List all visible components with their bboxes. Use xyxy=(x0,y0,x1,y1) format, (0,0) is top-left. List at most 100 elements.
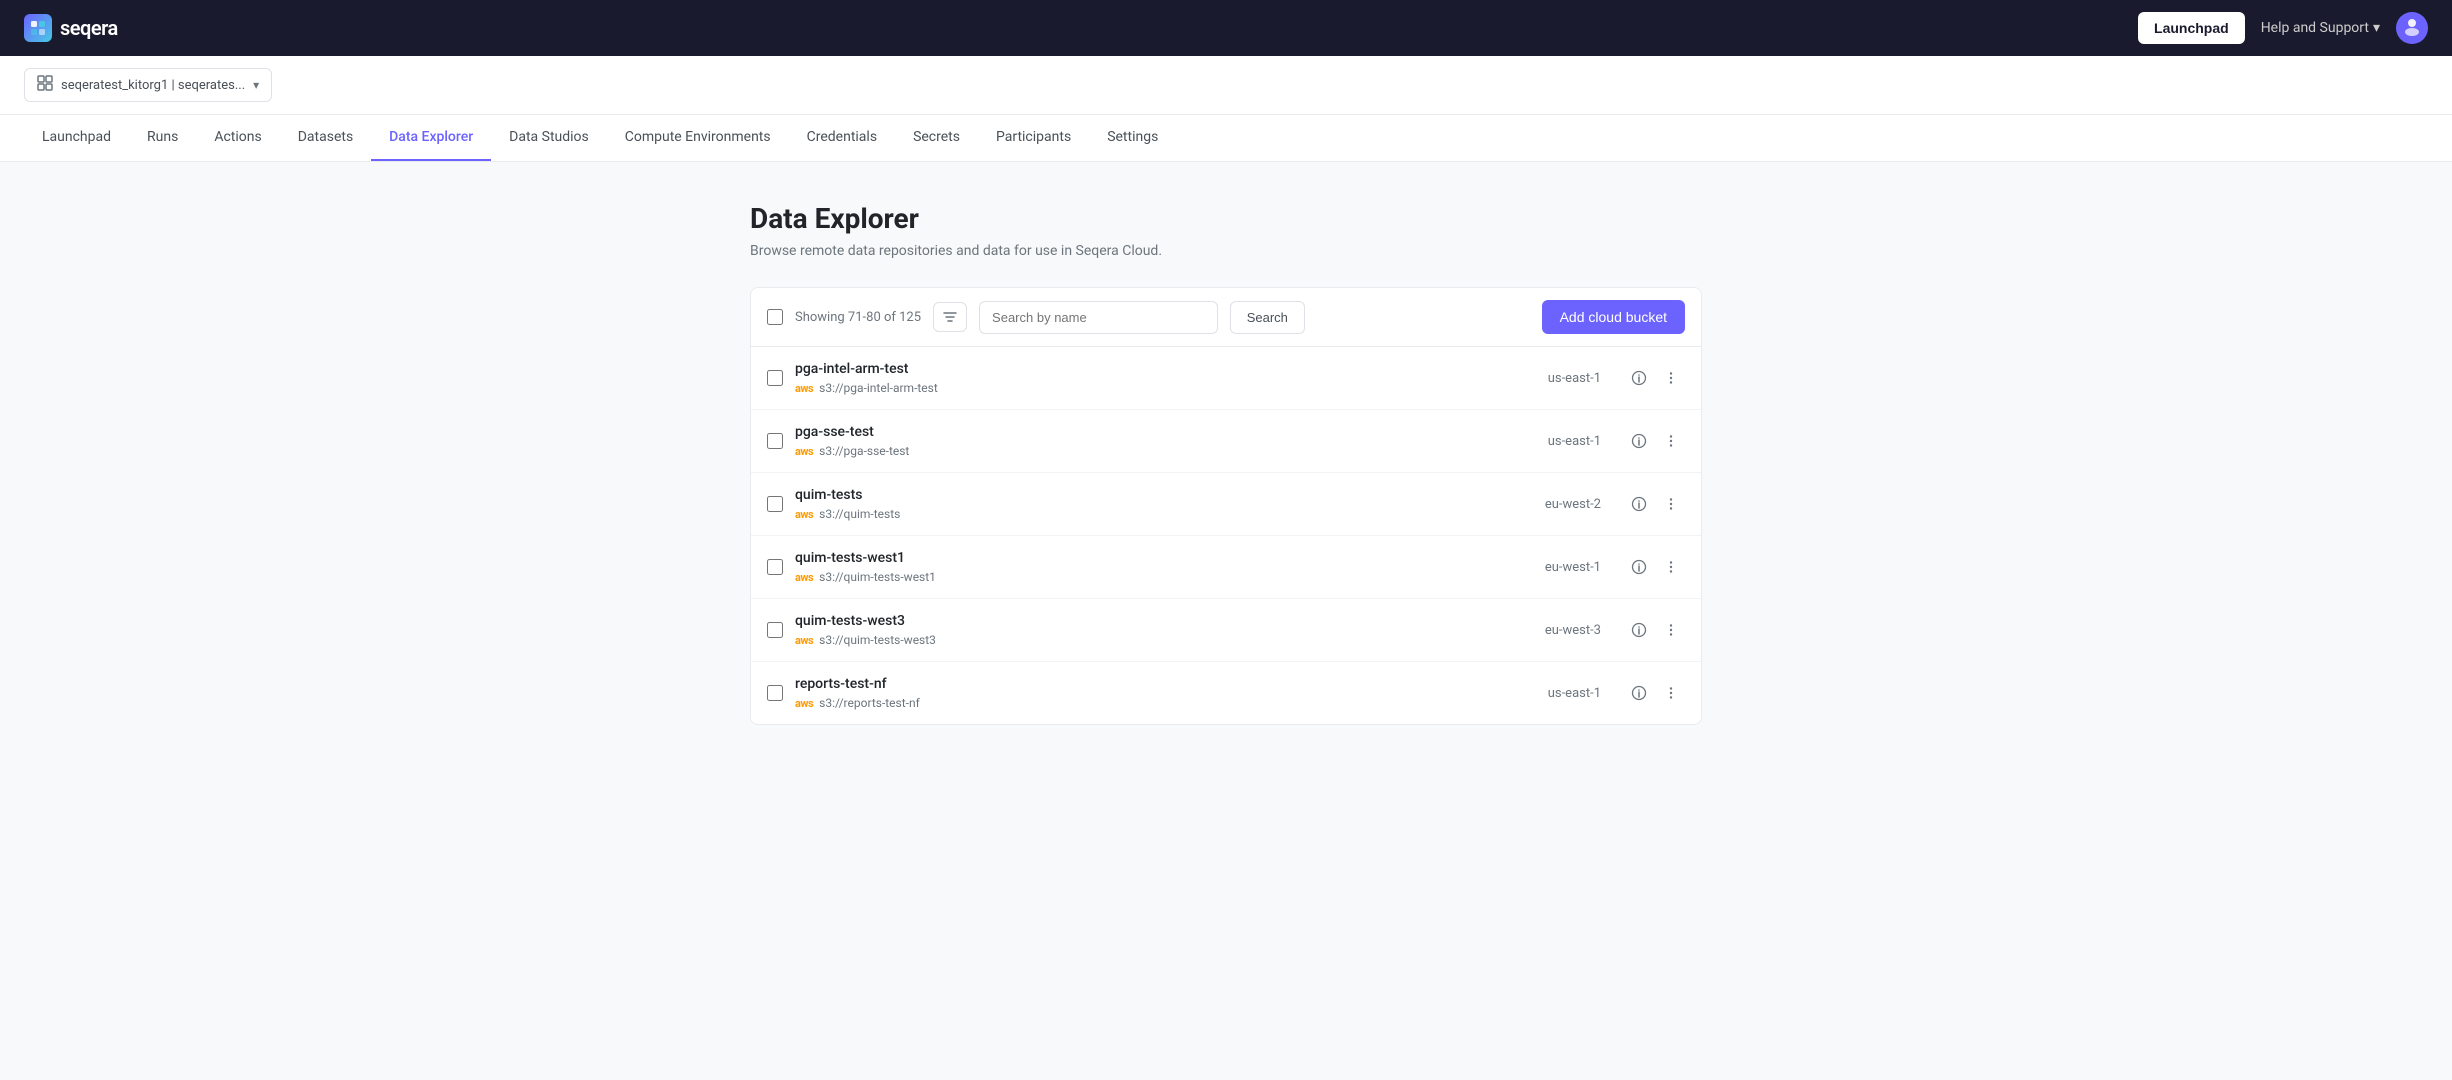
bucket-name: pga-intel-arm-test xyxy=(795,361,1499,377)
chevron-down-icon: ▾ xyxy=(2373,20,2380,36)
bucket-path-row: aws s3://quim-tests-west1 xyxy=(795,570,1499,584)
bucket-info-5: reports-test-nf aws s3://reports-test-nf xyxy=(795,676,1499,710)
data-explorer-card: Showing 71-80 of 125 Search Add cloud bu… xyxy=(750,287,1702,725)
tab-participants[interactable]: Participants xyxy=(978,115,1089,161)
info-icon xyxy=(1631,370,1647,386)
help-support-link[interactable]: Help and Support ▾ xyxy=(2261,20,2380,36)
page-title: Data Explorer xyxy=(750,202,1702,235)
info-icon xyxy=(1631,685,1647,701)
filter-button[interactable] xyxy=(933,302,967,332)
more-vertical-icon xyxy=(1663,559,1679,575)
bucket-path-row: aws s3://quim-tests-west3 xyxy=(795,633,1499,647)
bucket-name: quim-tests-west3 xyxy=(795,613,1499,629)
more-actions-button[interactable] xyxy=(1657,364,1685,392)
aws-provider-label: aws xyxy=(795,634,813,647)
more-actions-button[interactable] xyxy=(1657,553,1685,581)
info-button[interactable] xyxy=(1625,364,1653,392)
top-navigation: seqera Launchpad Help and Support ▾ xyxy=(0,0,2452,56)
aws-provider-label: aws xyxy=(795,508,813,521)
row-checkbox-4[interactable] xyxy=(767,622,783,638)
info-button[interactable] xyxy=(1625,427,1653,455)
bucket-path: s3://pga-sse-test xyxy=(819,444,909,458)
bucket-region: us-east-1 xyxy=(1511,371,1601,386)
page-content: Data Explorer Browse remote data reposit… xyxy=(726,202,1726,725)
more-actions-button[interactable] xyxy=(1657,427,1685,455)
aws-provider-label: aws xyxy=(795,382,813,395)
workspace-selector[interactable]: seqeratest_kitorg1 | seqerates... ▾ xyxy=(24,68,272,102)
bucket-region: us-east-1 xyxy=(1511,686,1601,701)
search-input[interactable] xyxy=(979,301,1218,334)
bucket-region: us-east-1 xyxy=(1511,434,1601,449)
more-actions-button[interactable] xyxy=(1657,616,1685,644)
info-button[interactable] xyxy=(1625,616,1653,644)
avatar[interactable] xyxy=(2396,12,2428,44)
launchpad-button[interactable]: Launchpad xyxy=(2138,12,2245,44)
bucket-path: s3://quim-tests-west3 xyxy=(819,633,936,647)
info-icon xyxy=(1631,622,1647,638)
filter-icon xyxy=(942,309,958,325)
row-actions xyxy=(1625,490,1685,518)
page-subtitle: Browse remote data repositories and data… xyxy=(750,243,1702,259)
table-row: quim-tests aws s3://quim-tests eu-west-2 xyxy=(751,473,1701,536)
bucket-name: quim-tests xyxy=(795,487,1499,503)
more-actions-button[interactable] xyxy=(1657,679,1685,707)
bucket-info-3: quim-tests-west1 aws s3://quim-tests-wes… xyxy=(795,550,1499,584)
bucket-info-2: quim-tests aws s3://quim-tests xyxy=(795,487,1499,521)
table-toolbar: Showing 71-80 of 125 Search Add cloud bu… xyxy=(751,288,1701,347)
bucket-list: pga-intel-arm-test aws s3://pga-intel-ar… xyxy=(751,347,1701,724)
row-actions xyxy=(1625,553,1685,581)
topnav-right: Launchpad Help and Support ▾ xyxy=(2138,12,2428,44)
row-checkbox-1[interactable] xyxy=(767,433,783,449)
info-button[interactable] xyxy=(1625,490,1653,518)
bucket-info-0: pga-intel-arm-test aws s3://pga-intel-ar… xyxy=(795,361,1499,395)
bucket-path-row: aws s3://pga-intel-arm-test xyxy=(795,381,1499,395)
more-actions-button[interactable] xyxy=(1657,490,1685,518)
workspace-icon xyxy=(37,75,53,95)
info-button[interactable] xyxy=(1625,553,1653,581)
tab-launchpad[interactable]: Launchpad xyxy=(24,115,129,161)
row-checkbox-5[interactable] xyxy=(767,685,783,701)
more-vertical-icon xyxy=(1663,433,1679,449)
tab-settings[interactable]: Settings xyxy=(1089,115,1176,161)
table-row: quim-tests-west1 aws s3://quim-tests-wes… xyxy=(751,536,1701,599)
aws-provider-label: aws xyxy=(795,697,813,710)
showing-count: Showing 71-80 of 125 xyxy=(795,310,921,325)
avatar-initials xyxy=(2401,15,2423,41)
tab-compute-environments[interactable]: Compute Environments xyxy=(607,115,789,161)
bucket-path: s3://reports-test-nf xyxy=(819,696,920,710)
row-actions xyxy=(1625,427,1685,455)
logo[interactable]: seqera xyxy=(24,14,118,42)
info-button[interactable] xyxy=(1625,679,1653,707)
more-vertical-icon xyxy=(1663,622,1679,638)
bucket-info-4: quim-tests-west3 aws s3://quim-tests-wes… xyxy=(795,613,1499,647)
tab-runs[interactable]: Runs xyxy=(129,115,196,161)
add-cloud-bucket-button[interactable]: Add cloud bucket xyxy=(1542,300,1685,334)
bucket-path: s3://quim-tests-west1 xyxy=(819,570,936,584)
tab-data-explorer[interactable]: Data Explorer xyxy=(371,115,491,161)
bucket-info-1: pga-sse-test aws s3://pga-sse-test xyxy=(795,424,1499,458)
logo-text: seqera xyxy=(60,16,118,40)
bucket-name: quim-tests-west1 xyxy=(795,550,1499,566)
table-row: quim-tests-west3 aws s3://quim-tests-wes… xyxy=(751,599,1701,662)
tab-actions[interactable]: Actions xyxy=(196,115,279,161)
bucket-region: eu-west-1 xyxy=(1511,560,1601,575)
row-checkbox-3[interactable] xyxy=(767,559,783,575)
table-row: pga-intel-arm-test aws s3://pga-intel-ar… xyxy=(751,347,1701,410)
info-icon xyxy=(1631,496,1647,512)
row-checkbox-0[interactable] xyxy=(767,370,783,386)
bucket-name: reports-test-nf xyxy=(795,676,1499,692)
info-icon xyxy=(1631,559,1647,575)
tab-secrets[interactable]: Secrets xyxy=(895,115,978,161)
more-vertical-icon xyxy=(1663,370,1679,386)
bucket-region: eu-west-3 xyxy=(1511,623,1601,638)
select-all-checkbox[interactable] xyxy=(767,309,783,325)
tab-datasets[interactable]: Datasets xyxy=(280,115,371,161)
tab-data-studios[interactable]: Data Studios xyxy=(491,115,607,161)
main-navigation: Launchpad Runs Actions Datasets Data Exp… xyxy=(0,115,2452,162)
row-actions xyxy=(1625,616,1685,644)
row-checkbox-2[interactable] xyxy=(767,496,783,512)
search-button[interactable]: Search xyxy=(1230,301,1305,334)
bucket-path-row: aws s3://quim-tests xyxy=(795,507,1499,521)
tab-credentials[interactable]: Credentials xyxy=(789,115,895,161)
info-icon xyxy=(1631,433,1647,449)
